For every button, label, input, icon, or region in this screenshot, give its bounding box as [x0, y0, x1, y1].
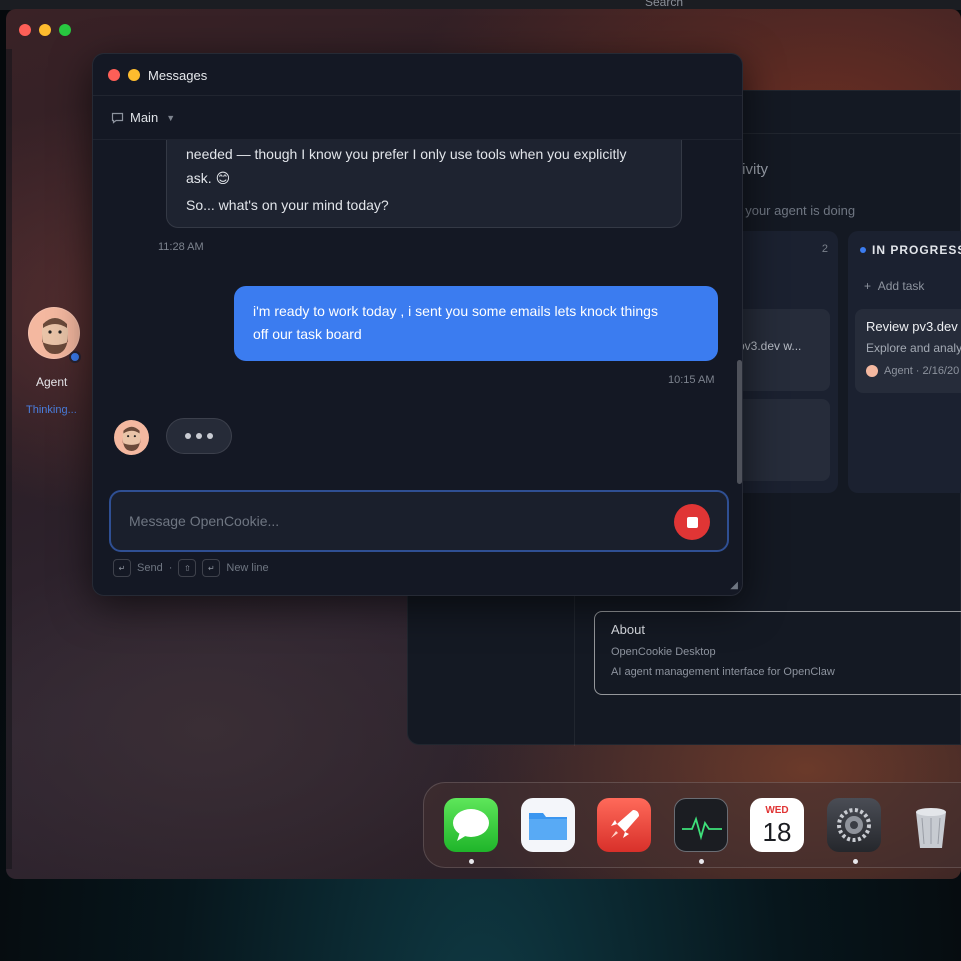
typing-dot: [207, 433, 213, 439]
enter-key-icon: ↵: [113, 559, 131, 577]
messages-window: Messages Main ▼ needed — though I know y…: [92, 53, 743, 596]
chat-bubble-icon: [111, 112, 124, 124]
agent-status-text: Thinking...: [26, 404, 77, 416]
close-button[interactable]: [19, 24, 31, 36]
messages-icon[interactable]: [444, 798, 498, 852]
agent-mini-avatar: [866, 365, 878, 377]
folder-icon: [529, 813, 567, 840]
close-button[interactable]: [108, 69, 120, 81]
typing-dot: [196, 433, 202, 439]
activity-subtitle: t your agent is doing: [738, 203, 856, 218]
trash-icon[interactable]: [904, 798, 958, 852]
message-timestamp: 11:28 AM: [158, 241, 204, 253]
speech-bubble-icon: [453, 809, 489, 841]
task-meta-text: Agent · 2/16/20: [884, 365, 960, 377]
status-dot: [860, 247, 866, 253]
message-text: needed — though I know you prefer I only…: [186, 146, 627, 162]
agent-face-icon: [122, 426, 141, 451]
window-controls: [19, 24, 71, 36]
message-timestamp: 10:15 AM: [668, 374, 715, 386]
task-card-text: pv3.dev w...: [738, 339, 802, 353]
calendar-weekday: WED: [765, 805, 789, 816]
about-app-name: OpenCookie Desktop: [611, 646, 716, 658]
running-indicator: [699, 859, 704, 864]
typing-dot: [185, 433, 191, 439]
in-progress-column: IN PROGRESS + Add task Review pv3.dev Ex…: [848, 231, 961, 493]
about-panel: About OpenCookie Desktop AI agent manage…: [594, 611, 961, 695]
channel-name: Main: [130, 110, 159, 125]
task-meta: Agent · 2/16/20: [866, 365, 959, 377]
window-controls: [108, 69, 140, 81]
add-task-button[interactable]: + Add task: [864, 279, 924, 293]
channel-bar: Main ▼: [93, 96, 742, 140]
send-hint: Send: [137, 562, 163, 574]
user-message-bubble: i'm ready to work today , i sent you som…: [234, 286, 718, 361]
typing-indicator: [166, 418, 232, 454]
window-title: Messages: [148, 68, 208, 83]
agent-status-dot: [69, 351, 81, 363]
chevron-down-icon: ▼: [166, 112, 176, 123]
keyboard-hints: ↵ Send · ⇧ ↵ New line: [113, 559, 269, 577]
activity-monitor-icon[interactable]: [674, 798, 728, 852]
gear-icon: [837, 808, 871, 842]
task-card[interactable]: [728, 399, 830, 481]
stop-button[interactable]: [674, 504, 710, 540]
column-header: IN PROGRESS: [860, 243, 961, 257]
add-task-label: Add task: [877, 279, 925, 293]
enter-key-icon: ↵: [202, 559, 221, 577]
task-title: Review pv3.dev: [866, 319, 958, 334]
plus-icon: +: [864, 279, 872, 293]
message-text: off our task board: [253, 326, 362, 342]
settings-icon[interactable]: [827, 798, 881, 852]
search-label[interactable]: Search: [645, 0, 683, 9]
agent-avatar: [114, 420, 149, 455]
about-title: About: [611, 622, 645, 637]
agent-message-bubble: needed — though I know you prefer I only…: [166, 140, 682, 228]
message-list: needed — though I know you prefer I only…: [93, 140, 742, 540]
task-column: 2 pv3.dev w...: [728, 231, 838, 493]
newline-hint: New line: [226, 562, 269, 574]
task-card[interactable]: Review pv3.dev Explore and analy Agent ·…: [855, 309, 961, 393]
message-composer: [109, 490, 729, 552]
minimize-button[interactable]: [128, 69, 140, 81]
task-card[interactable]: pv3.dev w...: [728, 309, 830, 391]
message-input[interactable]: [129, 510, 649, 532]
messages-titlebar: Messages: [93, 54, 742, 96]
rocket-shape-icon: [611, 810, 639, 838]
calendar-icon[interactable]: WED 18: [750, 798, 804, 852]
resize-grip-icon[interactable]: ◢: [730, 580, 738, 591]
dock: WED 18: [423, 782, 961, 868]
task-description: Explore and analy: [866, 341, 961, 355]
minimize-button[interactable]: [39, 24, 51, 36]
running-indicator: [853, 859, 858, 864]
left-edge-panel: [6, 49, 12, 869]
message-text: i'm ready to work today , i sent you som…: [253, 303, 658, 319]
heartbeat-graph-icon: [682, 816, 722, 841]
stop-icon: [686, 516, 698, 528]
about-description: AI agent management interface for OpenCl…: [611, 666, 835, 678]
hint-separator: ·: [168, 562, 173, 574]
calendar-date: 18: [762, 817, 792, 847]
message-text: So... what's on your mind today?: [186, 197, 389, 213]
trash-bin-icon: [916, 808, 946, 848]
shift-key-icon: ⇧: [178, 559, 197, 577]
message-scrollbar[interactable]: [737, 360, 742, 484]
zoom-button[interactable]: [59, 24, 71, 36]
column-count: 2: [821, 243, 828, 255]
running-indicator: [469, 859, 474, 864]
message-text: ask. 😊: [186, 170, 231, 186]
channel-selector[interactable]: Main ▼: [111, 110, 175, 125]
rocket-icon[interactable]: [597, 798, 651, 852]
agent-name: Agent: [36, 375, 68, 389]
files-icon[interactable]: [521, 798, 575, 852]
column-title: IN PROGRESS: [872, 243, 961, 257]
